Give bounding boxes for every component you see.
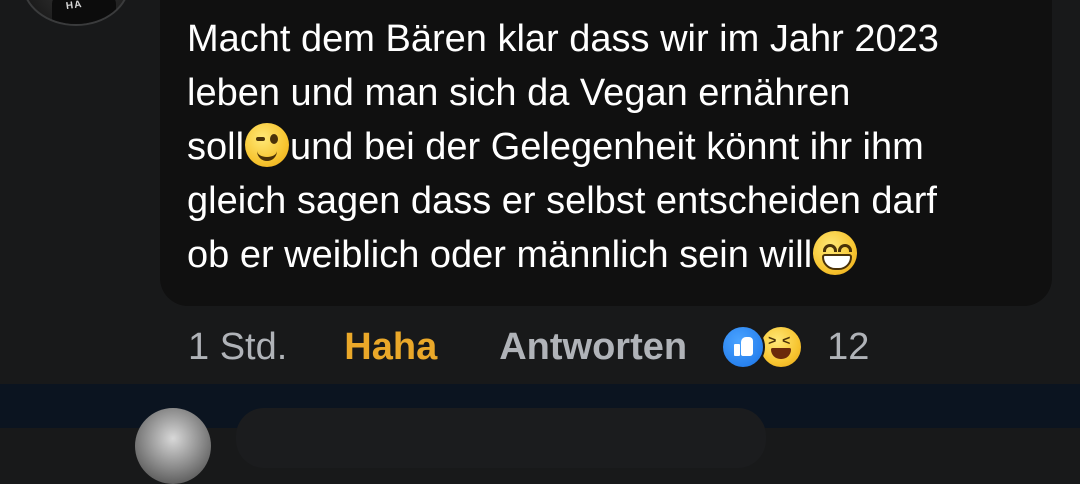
- haha-reaction-button[interactable]: Haha: [344, 326, 437, 369]
- commenter-avatar[interactable]: HA: [22, 0, 130, 26]
- reply-button[interactable]: Antworten: [499, 326, 687, 369]
- next-comment-bubble[interactable]: [236, 408, 766, 468]
- reaction-count: 12: [827, 325, 870, 368]
- comment-actions: 1 Std. Haha Antworten 12: [188, 322, 869, 372]
- reaction-summary[interactable]: 12: [721, 325, 869, 369]
- like-icon: [721, 325, 766, 369]
- comment-timestamp[interactable]: 1 Std.: [188, 326, 287, 369]
- next-commenter-avatar[interactable]: [135, 408, 211, 484]
- comment-text: Macht dem Bären klar dass wir im Jahr 20…: [187, 12, 1037, 282]
- laugh-icon: [759, 325, 804, 369]
- winking-face-emoji-icon: [245, 123, 290, 167]
- grinning-face-emoji-icon: [813, 231, 858, 275]
- avatar-shirt: [52, 0, 116, 24]
